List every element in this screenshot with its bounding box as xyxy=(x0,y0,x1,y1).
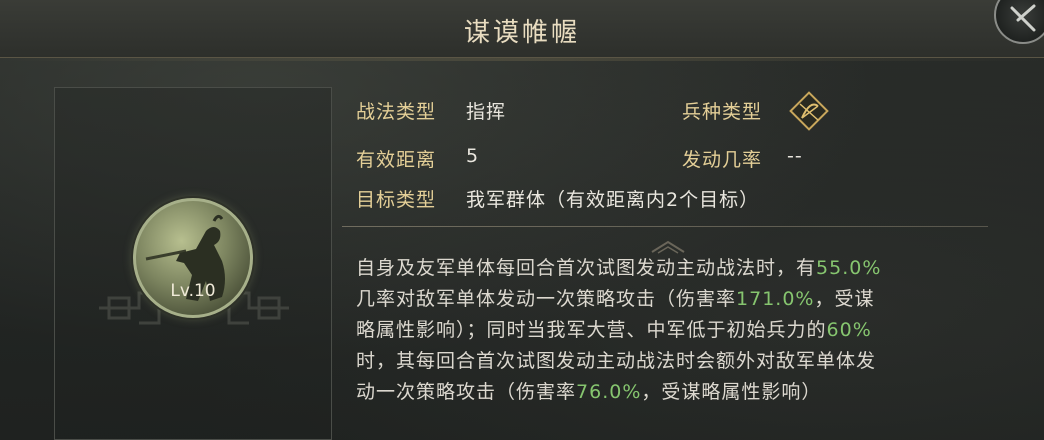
extra-damage-rate-value: 76.0% xyxy=(576,381,642,403)
section-divider xyxy=(342,226,988,227)
desc-line-2: 几率对敌军单体发动一次策略攻击（伤害率171.0%，受谋 xyxy=(356,288,875,310)
level-label: Lv.10 xyxy=(170,281,216,301)
close-icon xyxy=(1010,4,1036,32)
trigger-rate-label: 发动几率 xyxy=(682,149,763,171)
target-type-label: 目标类型 xyxy=(356,189,437,211)
desc-line-3: 略属性影响）；同时当我军大营、中军低于初始兵力的60% xyxy=(356,319,872,341)
troop-threshold-value: 60% xyxy=(826,319,872,341)
skill-detail-panel: 谋谟帷幄 Lv.10 战法类型 指挥 兵种类型 有效距离 5 发动几率 -- 目… xyxy=(0,0,1044,440)
range-value: 5 xyxy=(466,145,480,167)
troop-type-label: 兵种类型 xyxy=(682,101,763,123)
desc-line-4: 时，其每回合首次试图发动主动战法时会额外对敌军单体发 xyxy=(356,350,877,372)
general-portrait[interactable]: Lv.10 xyxy=(133,198,253,318)
trigger-rate-value: -- xyxy=(787,145,803,167)
desc-line-5: 动一次策略攻击（伤害率76.0%，受谋略属性影响） xyxy=(356,381,822,403)
range-label: 有效距离 xyxy=(356,149,437,171)
divider-chevron-icon xyxy=(651,240,685,254)
skill-description: 自身及友军单体每回合首次试图发动主动战法时，有55.0% 几率对敌军单体发动一次… xyxy=(356,253,986,408)
tactic-type-label: 战法类型 xyxy=(356,101,437,123)
desc-line-1: 自身及友军单体每回合首次试图发动主动战法时，有55.0% xyxy=(356,257,882,279)
panel-header: 谋谟帷幄 xyxy=(0,0,1044,61)
target-type-value: 我军群体（有效距离内2个目标） xyxy=(466,189,760,211)
skill-title: 谋谟帷幄 xyxy=(463,18,580,48)
damage-rate-value: 171.0% xyxy=(736,288,815,310)
tactic-type-value: 指挥 xyxy=(466,101,507,123)
trigger-chance-value: 55.0% xyxy=(816,257,882,279)
portrait-frame: Lv.10 xyxy=(54,87,332,440)
archer-bow-icon[interactable] xyxy=(788,90,830,132)
